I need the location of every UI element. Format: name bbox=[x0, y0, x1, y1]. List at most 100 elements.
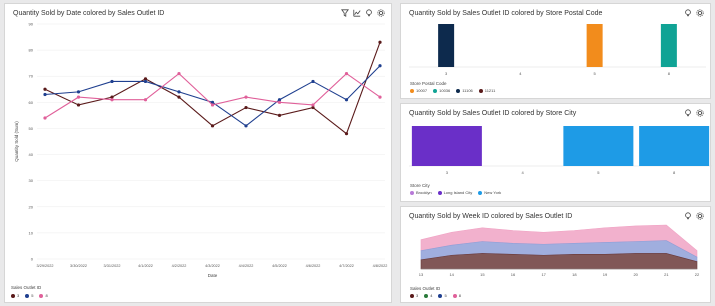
legend-item[interactable]: 5 bbox=[25, 293, 33, 298]
legend-label: 5 bbox=[31, 293, 34, 298]
data-point bbox=[110, 79, 114, 84]
x-tick-label: 3/31/2022 bbox=[104, 264, 121, 268]
legend-label: 11211 bbox=[484, 88, 496, 93]
legend-label: 8 bbox=[45, 293, 48, 298]
data-point bbox=[76, 103, 81, 107]
y-tick-label: 40 bbox=[29, 152, 34, 157]
x-tick-label: 4/6/2022 bbox=[306, 264, 321, 268]
bar bbox=[639, 126, 710, 166]
x-tick-label: 8 bbox=[673, 170, 676, 175]
x-tick-label: 4/4/2022 bbox=[239, 264, 254, 268]
legend-swatch bbox=[478, 88, 483, 93]
x-tick-label: 4/7/2022 bbox=[339, 264, 354, 268]
legend-item[interactable]: 8 bbox=[452, 293, 461, 298]
legend-item[interactable]: 3 bbox=[11, 293, 19, 298]
data-point bbox=[244, 124, 248, 128]
data-point bbox=[210, 103, 215, 107]
data-point bbox=[277, 113, 282, 117]
data-point bbox=[177, 72, 181, 76]
city-bar-chart: 3 4 5 8 bbox=[409, 126, 712, 175]
x-tick-label: 15 bbox=[480, 272, 485, 277]
week-area-chart-panel: Quantity Sold by Week ID colored by Sale… bbox=[400, 206, 711, 303]
bar bbox=[563, 126, 634, 166]
bar bbox=[586, 24, 603, 67]
legend-label: 5 bbox=[444, 293, 447, 298]
legend-item[interactable]: 5 bbox=[438, 293, 447, 298]
data-point bbox=[43, 87, 47, 91]
legend-item[interactable]: Brooklyn bbox=[410, 190, 432, 195]
legend-swatch bbox=[437, 190, 442, 195]
data-point bbox=[76, 90, 81, 94]
y-tick-label: 70 bbox=[29, 74, 34, 79]
data-point bbox=[143, 98, 148, 102]
y-tick-label: 30 bbox=[29, 178, 34, 183]
x-tick-label: 4/8/2022 bbox=[373, 264, 388, 268]
x-tick-label: 3 bbox=[446, 170, 449, 175]
legend-title: Sales Outlet ID bbox=[410, 286, 441, 291]
legend-item[interactable]: 8 bbox=[39, 293, 48, 298]
x-tick-label: 4 bbox=[519, 71, 522, 76]
line-chart-panel: Quantity Sold by Date colored by Sales O… bbox=[4, 3, 392, 303]
legend-label: 3 bbox=[416, 293, 419, 298]
legend-swatch bbox=[478, 190, 483, 195]
legend-label: 10007 bbox=[416, 88, 428, 93]
x-tick-label: 16 bbox=[511, 272, 516, 277]
x-tick-label: 20 bbox=[633, 272, 638, 277]
legend-swatch bbox=[438, 293, 443, 298]
data-point bbox=[277, 100, 282, 104]
x-tick-label: 19 bbox=[603, 272, 608, 277]
legend-item[interactable]: 11211 bbox=[478, 88, 496, 93]
data-point bbox=[244, 95, 248, 99]
x-tick-label: 5 bbox=[594, 71, 597, 76]
legend: 3 4 5 8 bbox=[410, 293, 461, 298]
bar bbox=[660, 24, 677, 67]
series-line bbox=[44, 42, 381, 135]
legend-item[interactable]: 3 bbox=[410, 293, 418, 298]
legend-label: Brooklyn bbox=[416, 190, 432, 195]
x-tick-label: 18 bbox=[572, 272, 577, 277]
x-tick-label: 3 bbox=[445, 71, 448, 76]
bar bbox=[438, 24, 455, 67]
data-point bbox=[110, 98, 114, 102]
data-point bbox=[378, 95, 382, 99]
series-line bbox=[44, 72, 381, 119]
y-tick-label: 10 bbox=[29, 230, 34, 235]
legend: 10007 10036 11106 11211 bbox=[410, 88, 495, 93]
legend-item[interactable]: 11106 bbox=[456, 88, 473, 93]
legend-item[interactable]: Long Island City bbox=[437, 190, 472, 195]
legend-title: Store City bbox=[410, 183, 430, 188]
x-tick-label: 4 bbox=[522, 170, 525, 175]
legend-swatch bbox=[25, 293, 30, 298]
area-chart: 13 14 15 16 17 18 19 20 21 22 bbox=[419, 224, 700, 277]
x-tick-label: 4/2/2022 bbox=[172, 264, 187, 268]
y-tick-label: 60 bbox=[29, 100, 34, 105]
data-point bbox=[244, 105, 248, 110]
x-tick-label: 4/3/2022 bbox=[205, 264, 220, 268]
legend-label: New York bbox=[484, 190, 502, 195]
y-tick-label: 90 bbox=[29, 22, 34, 27]
data-point bbox=[210, 124, 215, 128]
legend-label: 11106 bbox=[462, 88, 473, 93]
postal-bar-chart: 3 4 5 8 bbox=[409, 24, 706, 76]
y-tick-label: 20 bbox=[29, 204, 34, 209]
data-point bbox=[143, 79, 148, 84]
data-point bbox=[344, 132, 349, 136]
legend-item[interactable]: 4 bbox=[424, 293, 432, 298]
legend-swatch bbox=[410, 190, 414, 195]
x-tick-label: 14 bbox=[449, 272, 454, 277]
legend-item[interactable]: 10007 bbox=[410, 88, 427, 93]
legend: 3 5 8 bbox=[11, 293, 48, 298]
store-city-chart-panel: Quantity Sold by Sales Outlet ID colored… bbox=[400, 103, 712, 202]
data-point bbox=[177, 95, 181, 99]
legend-item[interactable]: 10036 bbox=[433, 88, 450, 93]
data-point bbox=[177, 90, 181, 94]
x-tick-label: 3/29/2022 bbox=[37, 264, 54, 268]
legend-swatch bbox=[11, 293, 15, 298]
data-point bbox=[311, 79, 315, 84]
legend-item[interactable]: New York bbox=[478, 190, 501, 195]
x-tick-label: 4/5/2022 bbox=[272, 264, 287, 268]
legend-title: Sales Outlet ID bbox=[11, 285, 42, 290]
y-tick-label: 80 bbox=[29, 48, 34, 53]
x-tick-label: 4/1/2022 bbox=[138, 264, 153, 268]
data-point bbox=[378, 40, 382, 44]
